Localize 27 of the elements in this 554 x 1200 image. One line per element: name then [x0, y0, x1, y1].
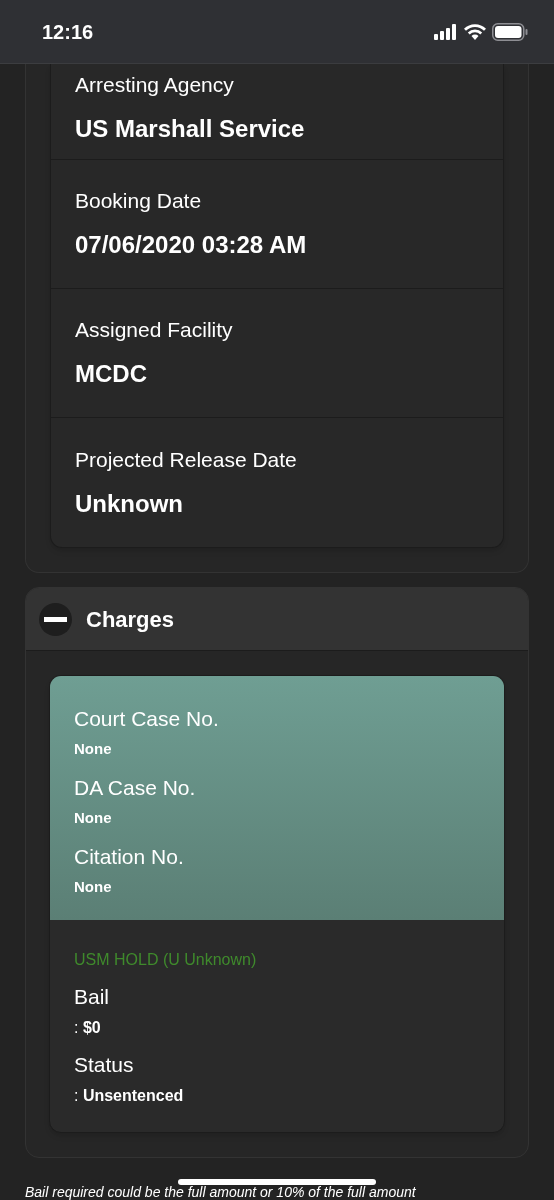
wifi-icon	[464, 23, 486, 40]
charge-field-label: Bail	[74, 984, 111, 1010]
clock-time: 12:16	[42, 19, 94, 45]
field-value: Unknown	[75, 489, 184, 518]
case-value: None	[74, 809, 113, 827]
field-label: Booking Date	[75, 189, 203, 213]
charge-name: USM HOLD (U Unknown)	[74, 950, 258, 970]
case-label: Court Case No.	[74, 706, 220, 732]
minus-circle-icon[interactable]	[39, 602, 72, 636]
signal-icon	[434, 23, 458, 40]
field-value: MCDC	[75, 360, 148, 388]
case-value: None	[74, 878, 113, 896]
case-label: DA Case No.	[74, 775, 197, 801]
case-value: None	[74, 740, 113, 758]
battery-icon	[492, 22, 528, 41]
charge-field-value: : $0	[74, 1018, 102, 1038]
charge-field-label: Status	[74, 1052, 135, 1078]
field-label: Assigned Facility	[75, 318, 234, 342]
bail-footnote: Bail required could be the full amount or 10% of the full amount	[24, 1184, 417, 1200]
field-label: Projected Release Date	[75, 447, 298, 472]
case-label: Citation No.	[74, 844, 185, 870]
field-value: US Marshall Service	[75, 114, 306, 143]
field-label: Arresting Agency	[75, 72, 235, 97]
charges-header[interactable]: Charges	[26, 588, 528, 651]
charge-field-value: : Unsentenced	[74, 1086, 185, 1106]
section-title: Charges	[86, 605, 175, 634]
field-value: 07/06/2020 03:28 AM	[75, 231, 308, 259]
